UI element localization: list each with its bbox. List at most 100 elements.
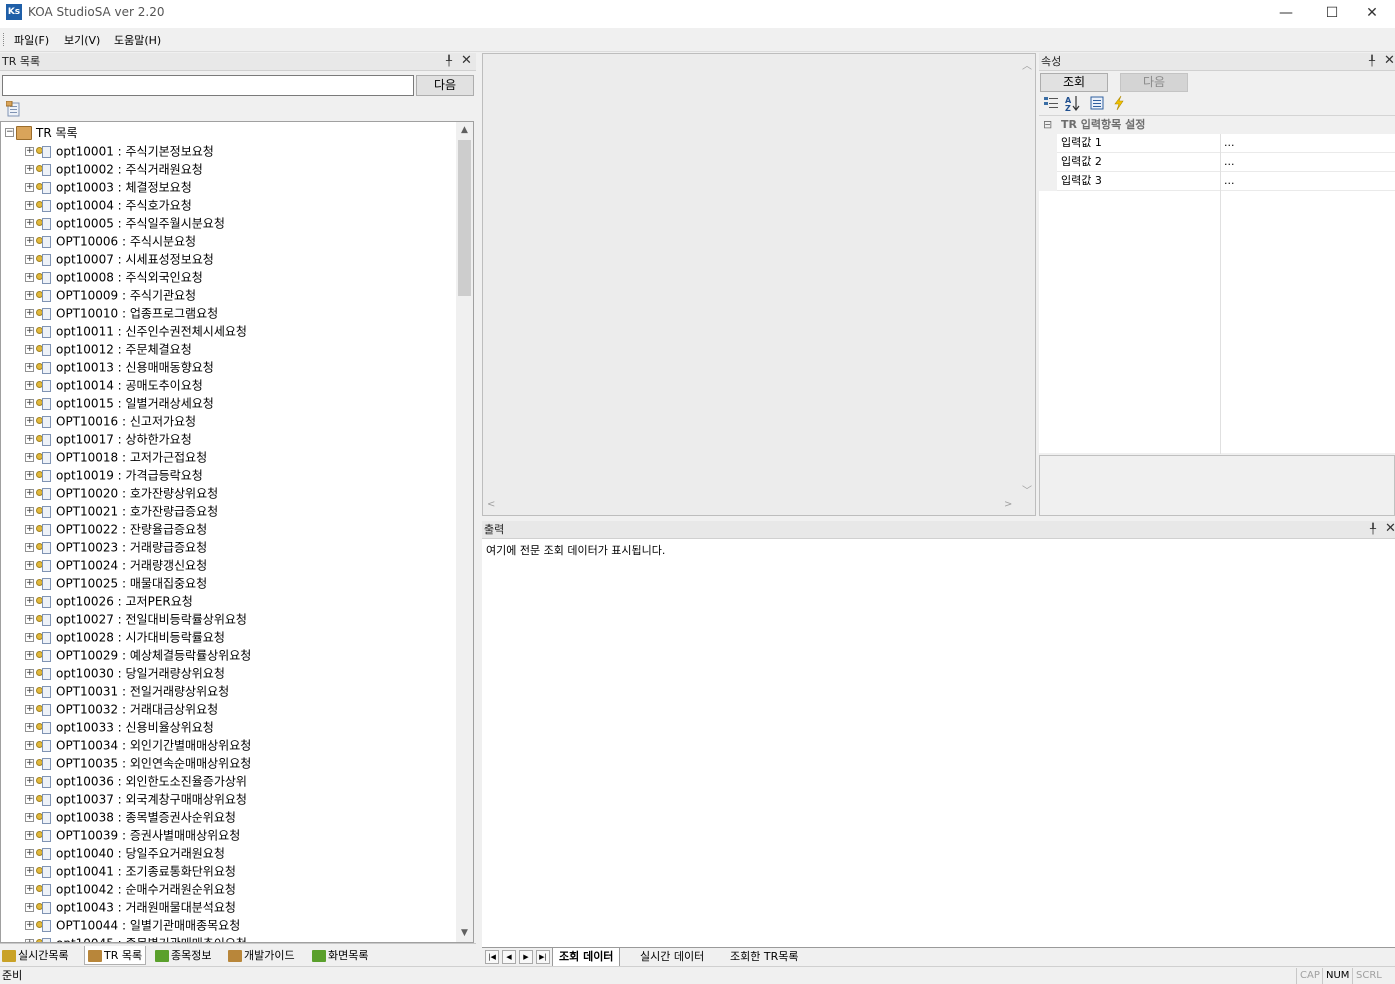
tree-item[interactable]: + OPT10010 : 업종프로그램요청 xyxy=(25,304,218,322)
tree-item[interactable]: + OPT10029 : 예상체결등락률상위요청 xyxy=(25,646,251,664)
tree-item[interactable]: + opt10028 : 시가대비등락률요청 xyxy=(25,628,225,646)
expand-icon[interactable]: + xyxy=(25,381,34,390)
tab-screen-list[interactable]: 화면목록 xyxy=(312,946,368,965)
expand-icon[interactable]: + xyxy=(25,777,34,786)
expand-icon[interactable]: + xyxy=(25,885,34,894)
expand-icon[interactable]: + xyxy=(25,561,34,570)
first-tab-icon[interactable]: |◀ xyxy=(485,950,499,964)
tab-realtime-data[interactable]: 실시간 데이터 xyxy=(634,948,710,966)
scrollbar-thumb[interactable] xyxy=(458,140,471,296)
tree-item[interactable]: + opt10005 : 주식일주월시분요청 xyxy=(25,214,225,232)
tab-query-data[interactable]: 조회 데이터 xyxy=(552,948,621,966)
tree-item[interactable]: + opt10004 : 주식호가요청 xyxy=(25,196,192,214)
expand-icon[interactable]: + xyxy=(25,147,34,156)
menu-file[interactable]: 파일(F) xyxy=(14,32,49,48)
tree-item[interactable]: + OPT10034 : 외인기간별매매상위요청 xyxy=(25,736,251,754)
expand-icon[interactable]: + xyxy=(25,669,34,678)
tree-item[interactable]: + opt10011 : 신주인수권전체시세요청 xyxy=(25,322,247,340)
tree-scrollbar[interactable]: ▲ ▼ xyxy=(456,122,473,942)
tab-stock-info[interactable]: 종목정보 xyxy=(155,946,211,965)
property-row[interactable]: 입력값 2 ... xyxy=(1039,153,1395,172)
sort-alpha-icon[interactable]: AZ xyxy=(1065,95,1081,113)
menu-help[interactable]: 도움말(H) xyxy=(114,32,161,48)
expand-icon[interactable]: + xyxy=(25,219,34,228)
tab-dev-guide[interactable]: 개발가이드 xyxy=(228,946,295,965)
props-next-button[interactable]: 다음 xyxy=(1120,73,1188,92)
expand-icon[interactable]: + xyxy=(25,327,34,336)
menu-view[interactable]: 보기(V) xyxy=(64,32,100,48)
expand-icon[interactable]: + xyxy=(25,543,34,552)
tab-tr-list[interactable]: TR 목록 xyxy=(84,946,147,965)
expand-icon[interactable]: + xyxy=(25,273,34,282)
pin-icon[interactable]: ╀ xyxy=(1369,53,1375,70)
expand-icon[interactable]: + xyxy=(25,525,34,534)
property-value[interactable]: ... xyxy=(1224,153,1235,171)
panel-close-icon[interactable]: ✕ xyxy=(1385,520,1395,537)
expand-icon[interactable]: + xyxy=(25,345,34,354)
pin-icon[interactable]: ╀ xyxy=(1370,521,1376,538)
document-vscrollbar[interactable]: ︿ ﹀ xyxy=(1018,54,1035,500)
collapse-icon[interactable]: − xyxy=(5,128,14,137)
document-hscrollbar[interactable]: < > xyxy=(483,498,1019,515)
tree-item[interactable]: + OPT10022 : 잔량율급증요청 xyxy=(25,520,207,538)
tab-queried-tr-list[interactable]: 조회한 TR목록 xyxy=(724,948,804,966)
expand-icon[interactable]: + xyxy=(25,435,34,444)
property-pages-icon[interactable] xyxy=(1089,95,1105,111)
tree-item[interactable]: + opt10040 : 당일주요거래원요청 xyxy=(25,844,225,862)
expand-icon[interactable]: + xyxy=(25,741,34,750)
tree-item[interactable]: + OPT10006 : 주식시분요청 xyxy=(25,232,196,250)
next-tab-icon[interactable]: ▶ xyxy=(519,950,533,964)
tree-item[interactable]: + OPT10021 : 호가잔량급증요청 xyxy=(25,502,218,520)
property-row[interactable]: 입력값 3 ... xyxy=(1039,172,1395,191)
expand-icon[interactable]: + xyxy=(25,723,34,732)
expand-icon[interactable]: + xyxy=(25,651,34,660)
tree-item[interactable]: + opt10008 : 주식외국인요청 xyxy=(25,268,203,286)
expand-icon[interactable]: + xyxy=(25,579,34,588)
prev-tab-icon[interactable]: ◀ xyxy=(502,950,516,964)
tree-item[interactable]: + opt10013 : 신용매매동향요청 xyxy=(25,358,214,376)
menu-grip[interactable] xyxy=(3,33,6,46)
expand-icon[interactable]: + xyxy=(25,813,34,822)
expand-icon[interactable]: + xyxy=(25,417,34,426)
expand-icon[interactable]: + xyxy=(25,471,34,480)
property-category[interactable]: ⊟ TR 입력항목 설정 xyxy=(1039,116,1395,134)
tree-item[interactable]: + OPT10032 : 거래대금상위요청 xyxy=(25,700,218,718)
minimize-button[interactable]: — xyxy=(1263,0,1309,28)
tree-item[interactable]: + OPT10016 : 신고저가요청 xyxy=(25,412,196,430)
expand-icon[interactable]: + xyxy=(25,903,34,912)
expand-icon[interactable]: + xyxy=(25,705,34,714)
tree-item[interactable]: + OPT10020 : 호가잔량상위요청 xyxy=(25,484,218,502)
expand-icon[interactable]: + xyxy=(25,759,34,768)
tree-item[interactable]: + opt10027 : 전일대비등락률상위요청 xyxy=(25,610,247,628)
expand-icon[interactable]: + xyxy=(25,831,34,840)
tree-item[interactable]: + opt10012 : 주문체결요청 xyxy=(25,340,192,358)
expand-icon[interactable]: + xyxy=(25,687,34,696)
panel-close-icon[interactable]: ✕ xyxy=(1384,52,1395,69)
scroll-down-icon[interactable]: ﹀ xyxy=(1022,482,1032,497)
expand-icon[interactable]: + xyxy=(25,291,34,300)
expand-icon[interactable]: + xyxy=(25,633,34,642)
tab-realtime-list[interactable]: 실시간목록 xyxy=(2,946,69,965)
expand-icon[interactable]: + xyxy=(25,597,34,606)
tree-item[interactable]: + opt10026 : 고저PER요청 xyxy=(25,592,193,610)
expand-icon[interactable]: + xyxy=(25,309,34,318)
expand-icon[interactable]: + xyxy=(25,615,34,624)
scroll-up-icon[interactable]: ︿ xyxy=(1022,57,1032,72)
tree-item[interactable]: + OPT10031 : 전일거래량상위요청 xyxy=(25,682,229,700)
expand-icon[interactable]: + xyxy=(25,237,34,246)
tree-item[interactable]: + opt10033 : 신용비율상위요청 xyxy=(25,718,214,736)
scroll-down-icon[interactable]: ▼ xyxy=(456,925,473,942)
property-row[interactable]: 입력값 1 ... xyxy=(1039,134,1395,153)
expand-icon[interactable]: + xyxy=(25,489,34,498)
tree-item[interactable]: +opt10045 : 종목별기관매매추이요청 xyxy=(25,934,247,942)
expand-icon[interactable]: + xyxy=(25,165,34,174)
tree-item[interactable]: + opt10002 : 주식거래원요청 xyxy=(25,160,203,178)
tree-item[interactable]: + opt10041 : 조기종료통화단위요청 xyxy=(25,862,236,880)
expand-icon[interactable]: + xyxy=(25,399,34,408)
scroll-up-icon[interactable]: ▲ xyxy=(456,122,473,139)
tree-item[interactable]: + opt10042 : 순매수거래원순위요청 xyxy=(25,880,236,898)
tr-search-input[interactable] xyxy=(2,75,414,96)
tree-item[interactable]: + OPT10018 : 고저가근접요청 xyxy=(25,448,207,466)
expand-icon[interactable]: + xyxy=(25,849,34,858)
tree-item[interactable]: + OPT10039 : 증권사별매매상위요청 xyxy=(25,826,240,844)
